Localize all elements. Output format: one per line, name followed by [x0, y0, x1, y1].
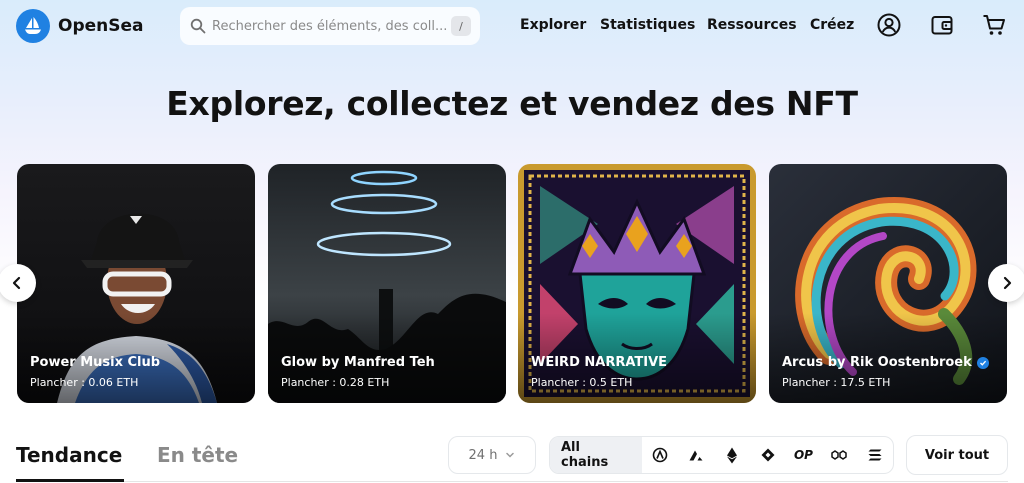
search-bar[interactable]: / — [180, 7, 480, 45]
solana-icon[interactable] — [857, 437, 893, 473]
top-nav-bar: OpenSea / Explorer Statistiques Ressourc… — [0, 0, 1024, 52]
sailboat-icon — [16, 9, 50, 43]
carousel-next-button[interactable] — [988, 264, 1024, 302]
all-chains-button[interactable]: All chains — [550, 437, 643, 473]
chain-filter: All chains OP — [549, 436, 894, 474]
verified-badge-icon — [976, 356, 989, 369]
hero-title: Explorez, collectez et vendez des NFT — [166, 84, 858, 123]
tabs-divider — [16, 481, 1008, 482]
account-icon[interactable] — [876, 12, 902, 38]
search-icon — [190, 18, 206, 34]
search-shortcut-key: / — [451, 16, 471, 36]
collection-card-glow-by-manfred-teh[interactable]: Glow by Manfred Teh Plancher : 0.28 ETH — [268, 164, 506, 403]
arbitrum-icon[interactable] — [642, 437, 678, 473]
collection-card-weird-narrative[interactable]: WEIRD NARRATIVE Plancher : 0.5 ETH — [518, 164, 756, 403]
card-floor-price: Plancher : 0.28 ETH — [281, 376, 390, 389]
card-title: WEIRD NARRATIVE — [531, 355, 668, 370]
time-period-select[interactable]: 24 h — [448, 436, 536, 474]
klaytn-icon[interactable] — [750, 437, 786, 473]
tab-tendance[interactable]: Tendance — [16, 443, 122, 467]
card-title: Arcus by Rik Oostenbroek — [782, 355, 989, 370]
time-period-value: 24 h — [468, 447, 498, 463]
cart-icon[interactable] — [981, 12, 1007, 38]
chevron-left-icon — [12, 276, 21, 290]
tab-en-tete[interactable]: En tête — [157, 443, 238, 467]
card-floor-price: Plancher : 0.06 ETH — [30, 376, 139, 389]
opensea-logo[interactable]: OpenSea — [16, 9, 144, 43]
nav-explorer-link[interactable]: Explorer — [520, 17, 586, 33]
chevron-down-icon — [506, 452, 515, 458]
card-title: Glow by Manfred Teh — [281, 355, 435, 370]
nav-creez-link[interactable]: Créez — [810, 17, 854, 33]
collection-card-arcus-by-rik-oostenbroek[interactable]: Arcus by Rik Oostenbroek Plancher : 17.5… — [769, 164, 1007, 403]
search-input[interactable] — [212, 18, 448, 34]
avalanche-icon[interactable] — [678, 437, 714, 473]
polygon-icon[interactable] — [821, 437, 857, 473]
ethereum-icon[interactable] — [714, 437, 750, 473]
nav-ressources-link[interactable]: Ressources — [707, 17, 797, 33]
brand-name: OpenSea — [58, 16, 144, 36]
wallet-icon[interactable] — [929, 12, 955, 38]
collection-card-power-musix-club[interactable]: Power Musix Club Plancher : 0.06 ETH — [17, 164, 255, 403]
card-title: Power Musix Club — [30, 355, 161, 370]
active-tab-indicator — [16, 479, 124, 482]
optimism-icon[interactable]: OP — [786, 437, 822, 473]
view-all-button[interactable]: Voir tout — [906, 435, 1008, 475]
card-floor-price: Plancher : 17.5 ETH — [782, 376, 891, 389]
nav-statistiques-link[interactable]: Statistiques — [600, 17, 695, 33]
chevron-right-icon — [1003, 276, 1012, 290]
card-floor-price: Plancher : 0.5 ETH — [531, 376, 633, 389]
